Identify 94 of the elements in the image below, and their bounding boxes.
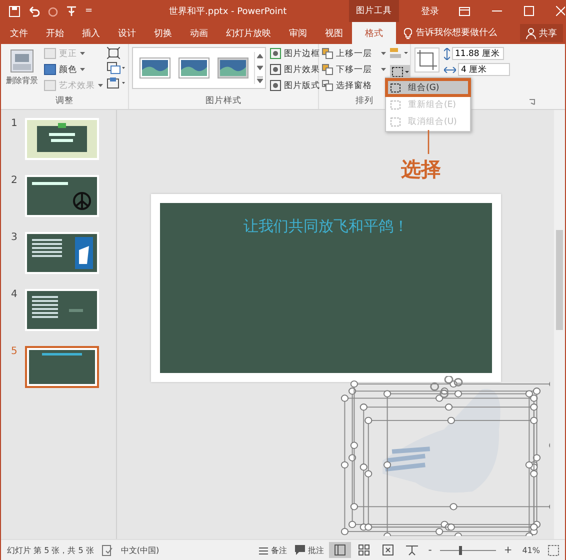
picture-adjust-icon <box>44 48 56 59</box>
picture-style-gallery[interactable] <box>132 47 266 89</box>
context-tab-label: 图片工具 <box>349 0 399 22</box>
group-label: 调整 <box>56 95 74 108</box>
group-objects-icon <box>390 100 401 110</box>
ribbon-tab[interactable]: 格式 <box>352 22 396 44</box>
height-field[interactable]: 11.88 厘米 <box>452 47 504 60</box>
maximize-icon[interactable] <box>524 6 534 16</box>
ribbon-tab[interactable]: 开始 <box>37 22 73 44</box>
layer-icon <box>322 48 333 59</box>
ribbon-tab[interactable]: 设计 <box>109 22 145 44</box>
width-icon <box>444 66 456 72</box>
language-label[interactable]: 中文(中国) <box>120 544 160 556</box>
width-field[interactable]: 4 厘米 <box>458 63 510 76</box>
customize-toolbar-button[interactable]: = <box>85 6 93 16</box>
picture-style-menu-button[interactable]: 图片边框 <box>270 47 328 60</box>
zoom-out-button[interactable]: - <box>428 544 432 556</box>
notes-button[interactable]: 备注 <box>259 544 288 556</box>
change-picture-icon[interactable] <box>107 62 125 74</box>
share-button[interactable]: 共享 <box>520 24 563 42</box>
arrange-menu-button[interactable]: 上移一层 <box>322 47 386 60</box>
picture-adjust-icon <box>44 64 56 75</box>
slide-preview-drawing <box>27 234 97 272</box>
ribbon-display-icon[interactable] <box>459 6 470 16</box>
callout-line <box>427 130 430 154</box>
reset-picture-icon[interactable] <box>107 77 125 89</box>
slide-count: 幻灯片 第 5 张，共 5 张 <box>7 544 94 556</box>
compress-pictures-icon[interactable] <box>107 47 120 59</box>
slide-preview-drawing <box>27 177 97 215</box>
minimize-icon[interactable] <box>492 10 502 12</box>
slide-thumbnail[interactable] <box>25 346 99 388</box>
selected-dove-picture-drawing[interactable] <box>340 376 550 536</box>
arrange-menu-button[interactable]: 下移一层 <box>322 63 386 76</box>
picture-format-icon <box>270 80 281 91</box>
slide-preview-drawing <box>27 348 97 386</box>
fit-to-window-icon[interactable] <box>548 544 559 556</box>
dialog-launcher-icon[interactable] <box>529 99 535 105</box>
slide-number: 1 <box>11 118 17 131</box>
redo-icon[interactable] <box>48 6 58 16</box>
sign-in-link[interactable]: 登录 <box>421 4 439 18</box>
picture-adjust-icon <box>44 80 56 91</box>
gallery-scroll-icon[interactable] <box>254 52 265 84</box>
zoom-in-button[interactable]: + <box>504 544 512 556</box>
save-icon[interactable] <box>9 6 20 16</box>
ribbon-tab[interactable]: 切换 <box>145 22 181 44</box>
close-icon[interactable] <box>556 6 565 16</box>
undo-icon[interactable] <box>28 6 40 16</box>
person-icon <box>526 28 536 38</box>
adjust-menu-button[interactable]: 颜色 <box>44 63 85 76</box>
group-label: 图片样式 <box>206 95 242 108</box>
picture-format-icon <box>270 64 281 75</box>
group-objects-icon <box>390 82 401 92</box>
lightbulb-icon <box>404 28 412 38</box>
picture-style-menu-button[interactable]: 图片版式 <box>270 79 328 92</box>
group-label: 排列 <box>356 95 374 108</box>
window-title: 世界和平.pptx - PowerPoint <box>169 6 288 18</box>
slide-number: 3 <box>11 232 17 245</box>
crop-icon[interactable] <box>414 47 440 73</box>
layer-icon <box>322 80 333 91</box>
comment-icon <box>295 545 306 555</box>
slide-preview-drawing <box>27 291 97 329</box>
zoom-level[interactable]: 41% <box>522 546 540 554</box>
caret-icon <box>80 68 85 71</box>
caret-icon <box>98 84 103 87</box>
caret-icon <box>381 52 386 55</box>
slide-number: 4 <box>11 289 17 302</box>
group-objects-icon <box>390 116 401 126</box>
view-mode-icon[interactable] <box>329 542 352 558</box>
picture-style-menu-button[interactable]: 图片效果 <box>270 63 328 76</box>
height-icon <box>444 48 450 60</box>
comments-button[interactable]: 批注 <box>295 544 324 556</box>
vertical-scrollbar[interactable] <box>554 110 565 539</box>
touch-mode-icon[interactable] <box>66 5 77 17</box>
ribbon-tab[interactable]: 动画 <box>181 22 217 44</box>
zoom-slider-thumb[interactable] <box>459 546 462 554</box>
remove-background-icon <box>10 49 34 73</box>
ribbon-tab[interactable]: 幻灯片放映 <box>217 22 280 44</box>
callout-label: 选择 <box>401 156 441 183</box>
layer-icon <box>322 64 333 75</box>
ribbon-tab[interactable]: 文件 <box>1 22 37 44</box>
ribbon-tab[interactable]: 插入 <box>73 22 109 44</box>
caret-icon <box>381 68 386 71</box>
slide-number: 5 <box>11 346 17 359</box>
slide-title: 让我们共同放飞和平鸽！ <box>244 217 408 237</box>
caret-icon <box>80 52 85 55</box>
remove-background-button[interactable]: 删除背景 <box>4 47 40 88</box>
menu-item[interactable]: 组合(G) <box>386 79 470 96</box>
picture-format-icon <box>270 48 281 59</box>
notes-icon <box>259 546 268 554</box>
slide-number: 2 <box>11 175 17 188</box>
ribbon-tab[interactable]: 视图 <box>316 22 352 44</box>
ribbon-tab[interactable]: 审阅 <box>280 22 316 44</box>
slide-preview-drawing <box>27 120 97 158</box>
spelling-check-icon[interactable] <box>102 544 113 556</box>
